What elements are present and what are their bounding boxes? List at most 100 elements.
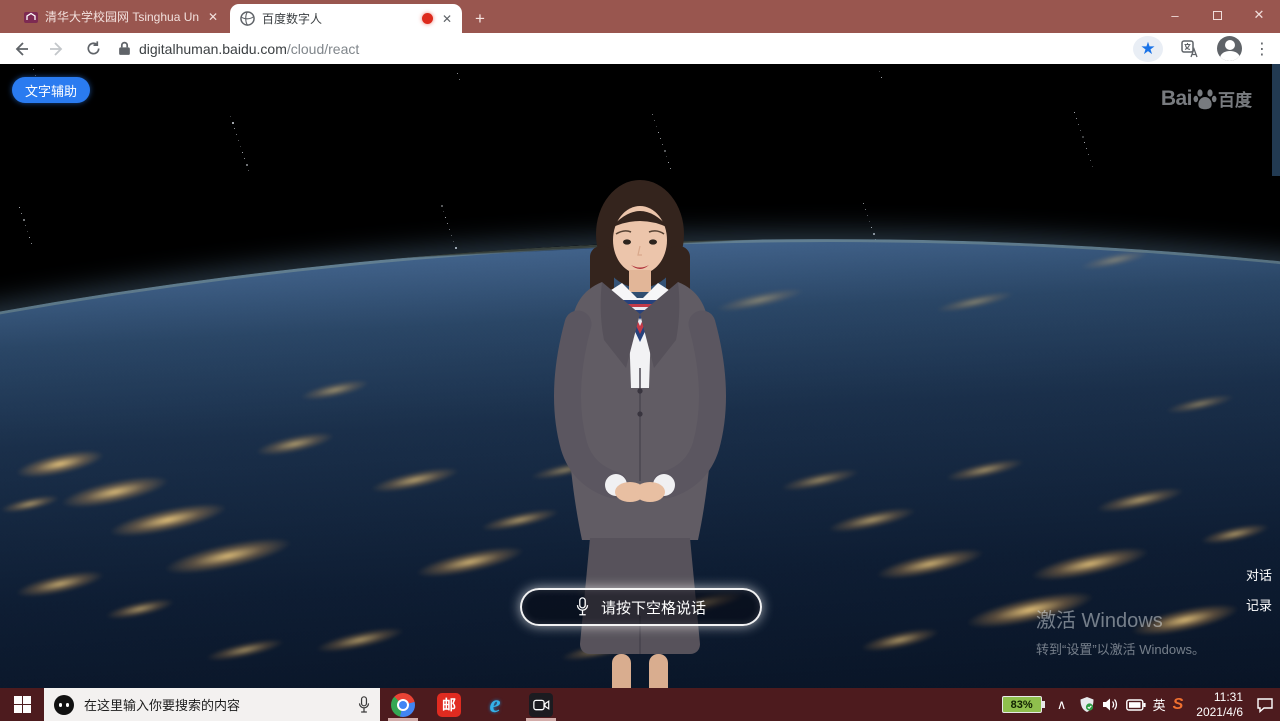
minimize-button[interactable]: – bbox=[1154, 0, 1196, 30]
address-bar[interactable]: digitalhuman.baidu.com/cloud/react bbox=[118, 36, 1133, 62]
speaker-icon[interactable] bbox=[1102, 697, 1119, 712]
close-window-button[interactable]: ✕ bbox=[1238, 0, 1280, 30]
forward-button[interactable] bbox=[42, 36, 72, 62]
push-to-talk-pill[interactable]: 请按下空格说话 bbox=[520, 588, 762, 626]
star bbox=[865, 209, 866, 210]
language-indicator[interactable]: 英 bbox=[1153, 695, 1166, 714]
star bbox=[238, 140, 239, 141]
star bbox=[881, 77, 882, 78]
star bbox=[457, 73, 458, 74]
tab-digital-human[interactable]: 百度数字人 ✕ bbox=[230, 4, 462, 33]
scrollbar-thumb[interactable] bbox=[1272, 64, 1280, 176]
profile-avatar[interactable] bbox=[1217, 36, 1242, 61]
battery-tray-icon[interactable] bbox=[1126, 699, 1146, 711]
defender-shield-icon[interactable] bbox=[1079, 696, 1095, 713]
lock-icon bbox=[118, 41, 131, 56]
restore-button[interactable] bbox=[1196, 0, 1238, 30]
star bbox=[27, 231, 28, 232]
back-button[interactable] bbox=[6, 36, 36, 62]
star bbox=[1088, 154, 1089, 155]
url-text[interactable]: digitalhuman.baidu.com/cloud/react bbox=[139, 41, 359, 57]
taskbar-search-placeholder: 在这里输入你要搜索的内容 bbox=[84, 695, 348, 714]
star bbox=[664, 150, 666, 152]
star bbox=[1090, 160, 1091, 161]
windows-taskbar: 在这里输入你要搜索的内容 邮 e 83% ∧ bbox=[0, 688, 1280, 721]
taskbar-clock[interactable]: 11:31 2021/4/6 bbox=[1190, 690, 1249, 720]
tab-tsinghua[interactable]: 清华大学校园网 Tsinghua Univ ✕ bbox=[14, 0, 228, 33]
mail-icon: 邮 bbox=[437, 693, 461, 717]
star bbox=[445, 217, 446, 218]
star bbox=[658, 132, 659, 133]
star bbox=[1082, 136, 1084, 138]
camera-taskbar-button[interactable] bbox=[518, 688, 564, 721]
tsinghua-favicon bbox=[24, 10, 38, 24]
tray-chevron-up-icon[interactable]: ∧ bbox=[1052, 697, 1072, 713]
tab-title: 百度数字人 bbox=[262, 10, 322, 27]
star bbox=[652, 114, 653, 115]
taskbar-apps: 邮 e bbox=[380, 688, 564, 721]
globe-favicon bbox=[240, 11, 255, 26]
cortana-icon bbox=[54, 695, 74, 715]
tab-close-icon[interactable]: ✕ bbox=[206, 9, 220, 25]
star bbox=[666, 156, 667, 157]
chrome-icon bbox=[391, 693, 415, 717]
star bbox=[236, 134, 237, 135]
reload-button[interactable] bbox=[78, 36, 108, 62]
chrome-taskbar-button[interactable] bbox=[380, 688, 426, 721]
sogou-input-icon[interactable]: S bbox=[1173, 696, 1184, 714]
star bbox=[662, 144, 663, 145]
mail-taskbar-button[interactable]: 邮 bbox=[426, 688, 472, 721]
star bbox=[234, 128, 235, 129]
windows-activation-watermark: 激活 Windows 转到“设置”以激活 Windows。 bbox=[1036, 604, 1205, 658]
kebab-menu-icon[interactable]: ⋮ bbox=[1254, 39, 1270, 59]
text-assist-button[interactable]: 文字辅助 bbox=[12, 77, 90, 103]
star bbox=[863, 203, 864, 204]
microphone-icon bbox=[576, 597, 589, 617]
battery-percent-badge[interactable]: 83% bbox=[1002, 696, 1042, 713]
taskbar-search-box[interactable]: 在这里输入你要搜索的内容 bbox=[44, 688, 380, 721]
bookmark-star-icon[interactable]: ★ bbox=[1133, 36, 1163, 62]
star bbox=[25, 225, 26, 226]
star bbox=[248, 170, 249, 171]
translate-icon[interactable] bbox=[1175, 36, 1205, 62]
star bbox=[455, 247, 457, 249]
star bbox=[867, 215, 868, 216]
star bbox=[1078, 124, 1079, 125]
action-center-icon[interactable] bbox=[1256, 697, 1274, 713]
star bbox=[232, 122, 234, 124]
camera-icon bbox=[529, 693, 553, 717]
new-tab-button[interactable]: + bbox=[468, 7, 492, 31]
star bbox=[668, 162, 669, 163]
star bbox=[449, 229, 450, 230]
star bbox=[19, 207, 20, 208]
star bbox=[29, 237, 30, 238]
star bbox=[660, 138, 661, 139]
star bbox=[873, 233, 875, 235]
star bbox=[443, 211, 444, 212]
baidu-logo: Bai 百度 bbox=[1161, 86, 1252, 111]
star bbox=[1084, 142, 1085, 143]
search-mic-icon[interactable] bbox=[358, 696, 370, 714]
star bbox=[441, 205, 443, 207]
start-button[interactable] bbox=[0, 688, 44, 721]
star bbox=[35, 75, 36, 76]
browser-titlebar: 清华大学校园网 Tsinghua Univ ✕ 百度数字人 ✕ + – ✕ bbox=[0, 0, 1280, 33]
ie-taskbar-button[interactable]: e bbox=[472, 688, 518, 721]
tab-title: 清华大学校园网 Tsinghua Univ bbox=[45, 8, 199, 25]
star bbox=[1080, 130, 1081, 131]
star bbox=[871, 227, 872, 228]
screen: 清华大学校园网 Tsinghua Univ ✕ 百度数字人 ✕ + – ✕ bbox=[0, 0, 1280, 721]
internet-explorer-icon: e bbox=[489, 691, 500, 719]
tab-close-icon[interactable]: ✕ bbox=[440, 11, 454, 27]
windows-logo-icon bbox=[14, 696, 31, 713]
baidu-paw-icon bbox=[1193, 87, 1217, 111]
star bbox=[869, 221, 870, 222]
star bbox=[23, 219, 25, 221]
tab-dialog[interactable]: 对话 bbox=[1244, 564, 1274, 585]
star bbox=[656, 126, 657, 127]
tray-date: 2021/4/6 bbox=[1196, 705, 1243, 720]
tab-record[interactable]: 记录 bbox=[1244, 594, 1274, 615]
window-controls: – ✕ bbox=[1154, 0, 1280, 30]
star bbox=[451, 235, 452, 236]
tray-time: 11:31 bbox=[1196, 690, 1243, 705]
